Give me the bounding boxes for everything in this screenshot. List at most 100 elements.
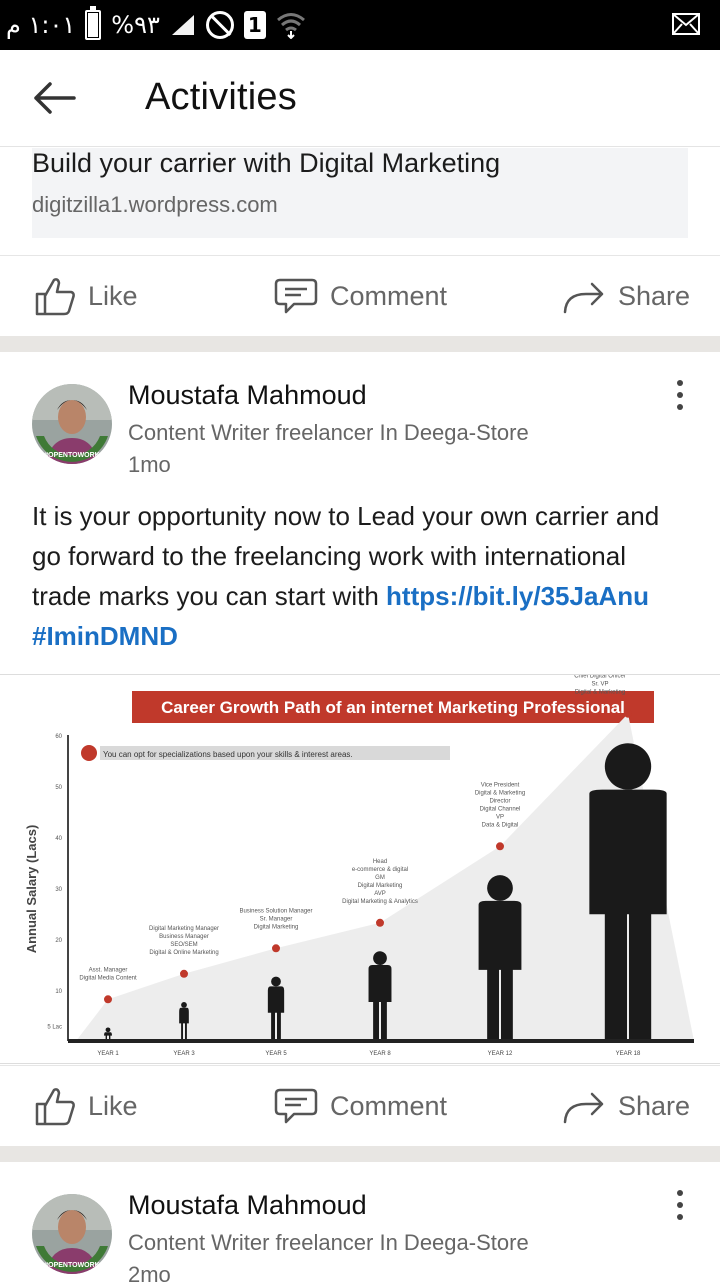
share-button[interactable]: Share	[562, 256, 690, 336]
avatar[interactable]: #OPENTOWORK	[32, 384, 112, 464]
page-title: Activities	[145, 76, 297, 118]
author-headline: Content Writer freelancer In Deega-Store	[128, 420, 529, 445]
role-label: Asst. Manager	[89, 967, 128, 973]
author-headline: Content Writer freelancer In Deega-Store	[128, 1230, 529, 1255]
role-label: Digital Media Content	[79, 975, 137, 981]
y-tick-label: 20	[55, 938, 62, 944]
post-time: 1mo	[128, 452, 171, 477]
y-tick-label: 40	[55, 836, 62, 842]
y-tick-label: 50	[55, 785, 62, 791]
comment-label: Comment	[330, 1090, 448, 1121]
role-label: Digital Marketing Manager	[149, 926, 219, 932]
role-label: AVP	[374, 891, 386, 897]
thumbs-up-icon	[35, 278, 75, 316]
chart-title: Career Growth Path of an internet Market…	[161, 698, 625, 717]
role-label: Digital Channel	[480, 806, 521, 812]
growth-marker	[376, 918, 384, 927]
avatar-image: #OPENTOWORK	[32, 1194, 112, 1274]
x-tick-label: YEAR 5	[265, 1051, 287, 1057]
signal-icon	[171, 15, 194, 35]
svg-text:#OPENTOWORK: #OPENTOWORK	[44, 452, 100, 459]
role-label: Chief Digital Officer	[574, 675, 626, 680]
no-disturb-icon	[205, 11, 234, 39]
post-image[interactable]: Career Growth Path of an internet Market…	[0, 674, 720, 1064]
svg-text:#OPENTOWORK: #OPENTOWORK	[44, 1262, 100, 1269]
x-tick-label: YEAR 18	[616, 1051, 641, 1057]
role-label: GM	[375, 875, 385, 881]
wifi-icon	[276, 13, 305, 39]
role-label: Head	[373, 859, 387, 865]
arrow-left-icon[interactable]	[30, 76, 78, 120]
more-options-icon[interactable]	[670, 379, 690, 413]
author-name[interactable]: Moustafa Mahmoud	[128, 1190, 367, 1221]
post-actions: Like Comment Share	[0, 1065, 720, 1146]
note-marker	[81, 745, 97, 761]
role-label: Director	[489, 798, 510, 804]
role-label: Sr. VP	[591, 682, 608, 688]
share-icon	[563, 282, 604, 314]
y-tick-label: 10	[55, 989, 62, 995]
like-button[interactable]: Like	[34, 1066, 138, 1146]
career-chart: Career Growth Path of an internet Market…	[24, 674, 694, 1057]
role-label: Digital & Marketing	[575, 690, 625, 696]
share-button[interactable]: Share	[562, 1066, 690, 1146]
post-text: It is your opportunity now to Lead your …	[32, 496, 692, 656]
role-label: Business Manager	[159, 934, 209, 940]
y-tick-label: 60	[55, 734, 62, 740]
status-time: ١:٠١ م	[6, 11, 76, 39]
thumbs-up-icon	[35, 1088, 75, 1126]
y-axis-label: Annual Salary (Lacs)	[24, 825, 39, 954]
post-actions: Like Comment Share	[0, 255, 720, 336]
sim-icon: 1	[243, 11, 266, 39]
y-tick-label: 30	[55, 887, 62, 893]
role-label: VP	[496, 814, 504, 820]
feed-divider	[0, 1146, 720, 1162]
x-tick-label: YEAR 3	[173, 1051, 195, 1057]
chart-note: You can opt for specializations based up…	[103, 750, 353, 759]
feed-divider	[0, 336, 720, 352]
role-label: Digital & Online Marketing	[149, 950, 218, 956]
y-tick-label: 5 Lac	[47, 1025, 62, 1031]
status-bar: ١:٠١ م %٩٣ 1	[0, 0, 720, 50]
growth-marker	[104, 995, 112, 1004]
comment-button[interactable]: Comment	[274, 256, 447, 336]
role-label: e-commerce & digital	[352, 867, 408, 873]
battery-percent: %٩٣	[111, 11, 160, 39]
x-tick-label: YEAR 12	[488, 1051, 513, 1057]
x-tick-label: YEAR 8	[369, 1051, 391, 1057]
mail-icon	[672, 13, 700, 35]
growth-marker	[180, 969, 188, 978]
battery-icon	[85, 6, 102, 40]
role-label: Digital Marketing	[358, 883, 403, 889]
role-label: Business Solution Manager	[239, 908, 312, 914]
role-label: Digital & Marketing	[475, 790, 525, 796]
author-name[interactable]: Moustafa Mahmoud	[128, 380, 367, 411]
app-header: Activities	[0, 50, 720, 147]
role-label: Vice President	[481, 782, 520, 788]
link-preview-title: Build your carrier with Digital Marketin…	[32, 148, 501, 178]
avatar[interactable]: #OPENTOWORK	[32, 1194, 112, 1274]
role-label: Sr. Manager	[260, 916, 293, 922]
post-time: 2mo	[128, 1262, 171, 1287]
role-label: Digital Marketing & Analytics	[342, 899, 418, 905]
more-options-icon[interactable]	[670, 1189, 690, 1223]
role-label: Digital Marketing	[254, 924, 299, 930]
like-label: Like	[88, 280, 138, 311]
comment-button[interactable]: Comment	[274, 1066, 447, 1146]
role-label: Data & Digital	[482, 822, 519, 828]
x-tick-label: YEAR 1	[97, 1051, 119, 1057]
link-preview-card[interactable]: Build your carrier with Digital Marketin…	[32, 148, 688, 238]
comment-icon	[274, 1088, 318, 1124]
comment-icon	[274, 278, 318, 314]
growth-marker	[272, 944, 280, 953]
share-label: Share	[618, 1090, 691, 1121]
comment-label: Comment	[330, 280, 448, 311]
growth-marker	[624, 709, 632, 718]
role-label: SEO/SEM	[170, 942, 197, 948]
link-preview-domain: digitzilla1.wordpress.com	[32, 192, 278, 217]
like-button[interactable]: Like	[34, 256, 138, 336]
share-icon	[563, 1092, 604, 1124]
avatar-image: #OPENTOWORK	[32, 384, 112, 464]
growth-marker	[496, 842, 504, 851]
like-label: Like	[88, 1090, 138, 1121]
